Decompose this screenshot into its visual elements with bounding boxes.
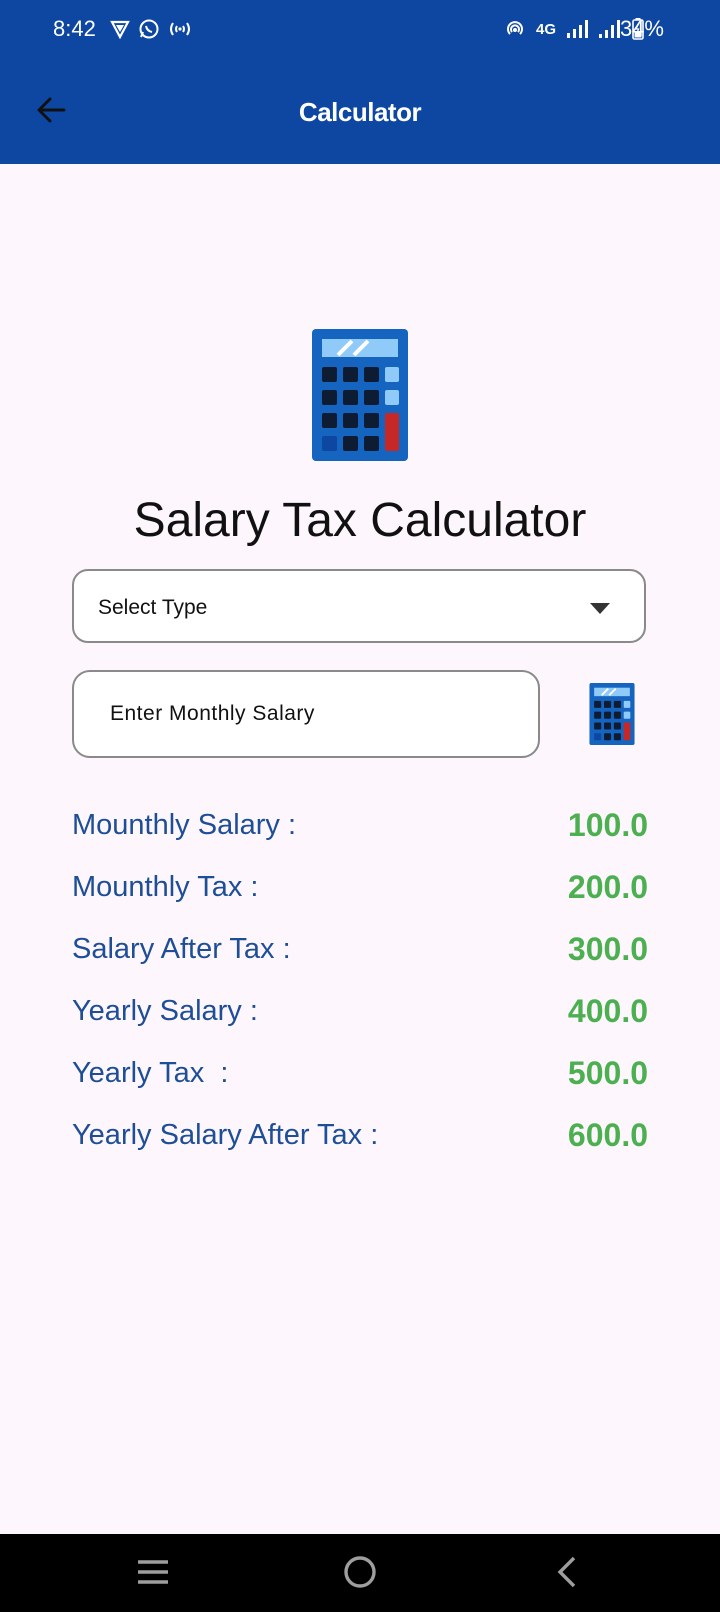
result-value: 600.0 (567, 1117, 648, 1153)
result-row-monthly-tax: Mounthly Tax : 200.0 (72, 865, 648, 927)
signal-icon-2 (599, 20, 620, 38)
result-label: Yearly Salary After Tax : (72, 1119, 379, 1151)
result-value: 100.0 (567, 807, 648, 843)
calculator-icon (589, 683, 635, 745)
result-row-yearly-tax: Yearly Tax : 500.0 (72, 1051, 648, 1113)
result-row-monthly-salary: Mounthly Salary : 100.0 (72, 803, 648, 865)
vpn-icon (110, 20, 130, 39)
result-row-salary-after-tax: Salary After Tax : 300.0 (72, 927, 648, 989)
result-value: 200.0 (567, 869, 648, 905)
result-label: Yearly Tax : (72, 1057, 229, 1089)
battery-percent: 34% (619, 16, 664, 41)
home-button[interactable] (342, 1554, 378, 1595)
app-bar: Calculator (0, 60, 720, 164)
result-row-yearly-salary: Yearly Salary : 400.0 (72, 989, 648, 1051)
hotspot-icon (507, 21, 523, 35)
nav-back-button[interactable] (556, 1556, 578, 1593)
result-row-yearly-salary-after-tax: Yearly Salary After Tax : 600.0 (72, 1113, 648, 1175)
whatsapp-icon (139, 19, 159, 39)
system-nav-bar (0, 1534, 720, 1612)
result-value: 400.0 (567, 993, 648, 1029)
result-label: Salary After Tax : (72, 933, 291, 965)
home-icon (344, 1556, 376, 1588)
result-label: Yearly Salary : (72, 995, 258, 1027)
app-title: Calculator (298, 97, 422, 127)
calculator-icon (312, 329, 408, 466)
calculate-button[interactable] (588, 683, 636, 750)
result-value: 300.0 (567, 931, 648, 967)
result-label: Mounthly Salary : (72, 809, 297, 841)
results-list: Mounthly Salary : 100.0 Mounthly Tax : 2… (72, 803, 648, 1175)
cast-icon (170, 22, 190, 36)
monthly-salary-input[interactable] (72, 670, 540, 758)
result-value: 500.0 (567, 1055, 648, 1091)
status-bar: 8:42 4G 34% (0, 0, 720, 60)
recents-icon (138, 1560, 168, 1584)
result-label: Mounthly Tax : (72, 871, 259, 903)
network-type: 4G (535, 20, 556, 38)
select-type-label: Select Type (98, 596, 208, 619)
signal-icon (567, 20, 588, 38)
dropdown-caret-icon (590, 603, 610, 614)
recents-button[interactable] (136, 1558, 170, 1591)
page-title: Salary Tax Calculator (133, 494, 587, 547)
select-type-dropdown[interactable]: Select Type (72, 569, 646, 643)
back-icon (557, 1556, 576, 1588)
status-time: 8:42 (53, 16, 96, 41)
